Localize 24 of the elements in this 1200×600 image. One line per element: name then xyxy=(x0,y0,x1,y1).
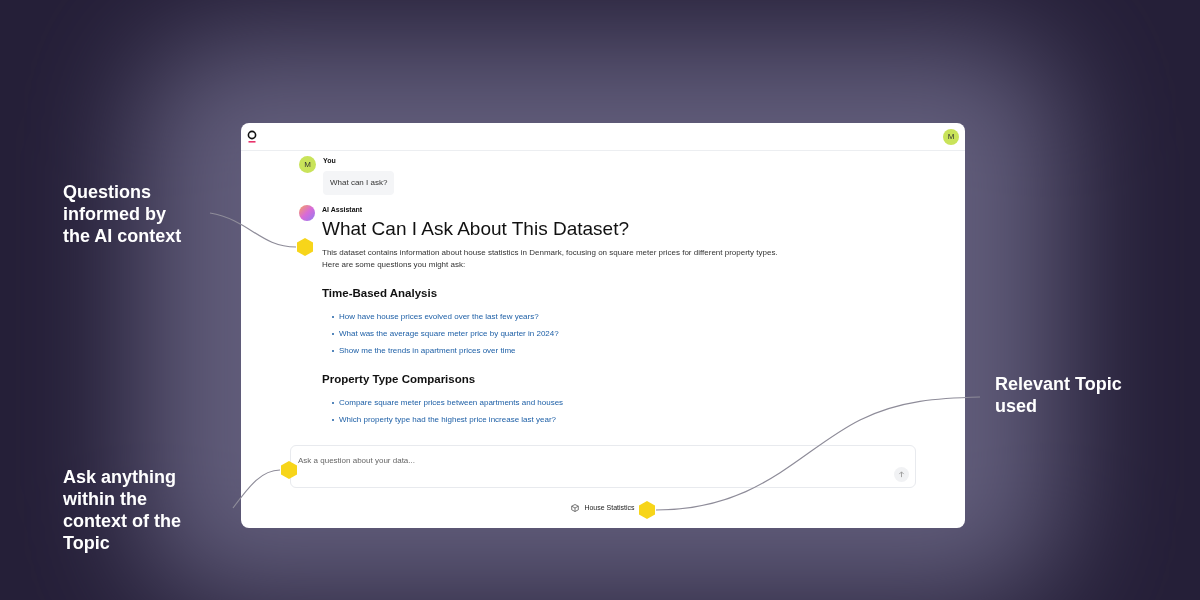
section-heading: Property Type Comparisons xyxy=(322,372,477,387)
suggested-question-link[interactable]: Show me the trends in apartment prices over time xyxy=(339,345,516,357)
suggested-question-link[interactable]: How have house prices evolved over the last few years? xyxy=(339,311,539,323)
suggested-question-link[interactable]: Compare square meter prices between apartments and houses xyxy=(339,397,564,410)
question-input[interactable]: Ask a question about your data... xyxy=(290,445,916,488)
section-heading: Time-Based Analysis xyxy=(322,285,439,301)
suggested-question-link[interactable]: What was the average square meter price by quarter in 2024? xyxy=(339,328,559,340)
assistant-avatar xyxy=(299,204,315,221)
hexagon-marker-icon xyxy=(296,238,314,256)
user-avatar: M xyxy=(299,156,316,173)
hexagon-marker-icon xyxy=(638,501,656,519)
answer-intro: This dataset contains information about house statistics in Denmark, focusing on square meter prices for different property types. Here are some questions you might ask: xyxy=(322,246,779,271)
logo-icon xyxy=(247,129,257,144)
account-avatar[interactable]: M xyxy=(943,128,959,145)
callout-text: Questions informed by the AI context xyxy=(63,181,183,247)
send-button[interactable] xyxy=(894,467,909,482)
suggested-question-link[interactable]: Which property type had the highest price increase last year? xyxy=(339,414,556,427)
callout-text: Ask anything within the context of the Topic xyxy=(63,466,182,554)
hexagon-marker-icon xyxy=(280,461,298,479)
arrow-up-icon xyxy=(898,471,905,478)
callout-text: Relevant Topic used xyxy=(995,373,1123,417)
user-message: What can I ask? xyxy=(323,170,395,195)
answer-title: What Can I Ask About This Dataset? xyxy=(322,217,630,241)
cube-icon xyxy=(571,504,580,512)
